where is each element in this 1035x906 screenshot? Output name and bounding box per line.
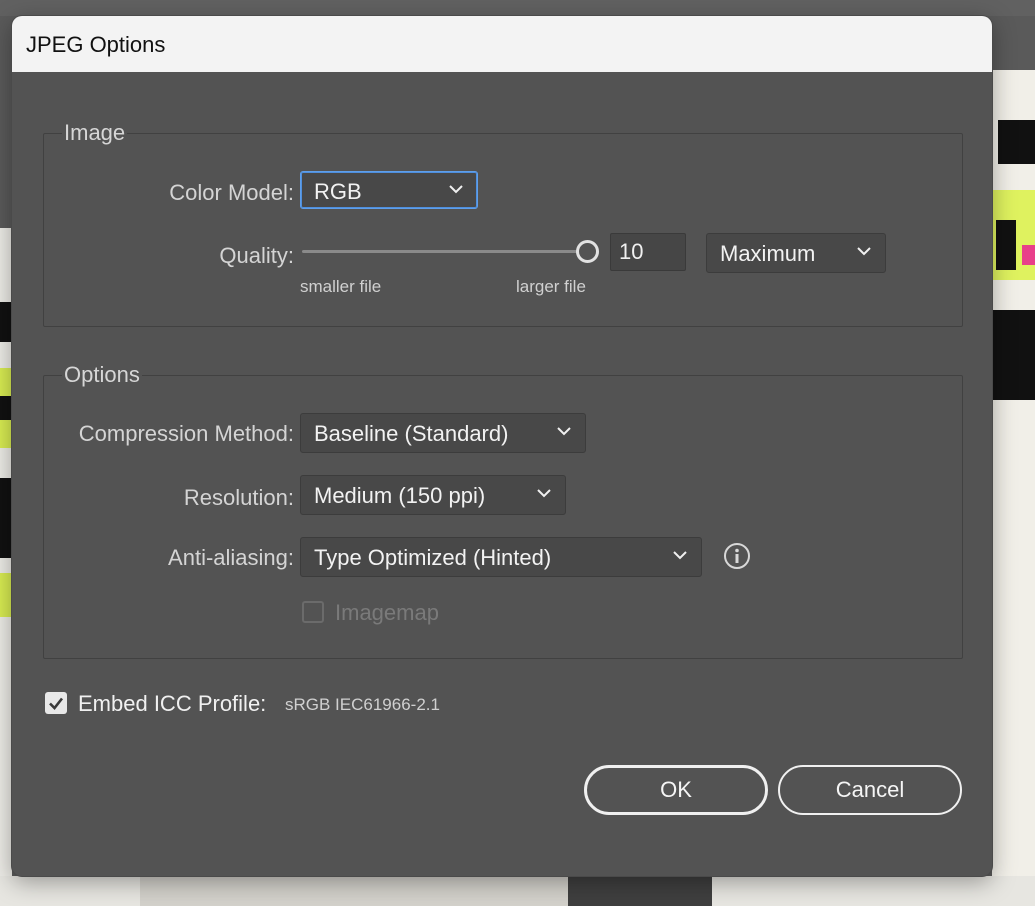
jpeg-options-dialog: JPEG Options Image Color Model: RGB Qual… (12, 16, 992, 876)
color-model-label: Color Model: (169, 180, 294, 205)
embed-icc-checkbox[interactable] (45, 692, 67, 714)
chevron-down-icon (673, 551, 687, 560)
anti-aliasing-select[interactable]: Type Optimized (Hinted) (300, 537, 702, 577)
background-artwork-right (992, 70, 1035, 906)
imagemap-label: Imagemap (335, 600, 439, 625)
options-group-legend: Options (62, 362, 142, 388)
image-group-legend: Image (62, 120, 128, 146)
quality-label: Quality: (219, 243, 294, 268)
quality-slider-track[interactable] (302, 250, 582, 253)
info-icon[interactable] (723, 542, 751, 570)
background-app-top (0, 0, 1035, 16)
compression-method-label: Compression Method: (78, 421, 294, 446)
color-model-select[interactable]: RGB (300, 171, 478, 209)
quality-min-caption: smaller file (300, 277, 382, 296)
chevron-down-icon (857, 247, 871, 256)
background-artwork-left (0, 228, 12, 906)
quality-max-caption: larger file (516, 277, 586, 296)
quality-value-input[interactable] (610, 233, 686, 271)
chevron-down-icon (557, 427, 571, 436)
embed-icc-profile: sRGB IEC61966-2.1 (285, 695, 440, 714)
chevron-down-icon (449, 185, 463, 194)
checkmark-icon (49, 697, 64, 710)
anti-aliasing-value: Type Optimized (Hinted) (314, 545, 552, 570)
color-model-value: RGB (314, 179, 362, 204)
quality-slider-thumb[interactable] (576, 240, 599, 263)
quality-preset-select[interactable]: Maximum (706, 233, 886, 273)
anti-aliasing-label: Anti-aliasing: (168, 545, 294, 570)
compression-method-value: Baseline (Standard) (314, 421, 509, 446)
background-app-bottom (0, 876, 1035, 906)
dialog-title: JPEG Options (26, 32, 166, 57)
chevron-down-icon (537, 489, 551, 498)
imagemap-checkbox[interactable] (302, 601, 324, 623)
embed-icc-label: Embed ICC Profile: (78, 691, 267, 716)
ok-button[interactable]: OK (584, 765, 768, 815)
cancel-button[interactable]: Cancel (778, 765, 962, 815)
dialog-title-bar[interactable]: JPEG Options (12, 16, 992, 72)
image-group (43, 133, 963, 327)
resolution-label: Resolution: (183, 485, 294, 510)
quality-preset-value: Maximum (720, 241, 816, 266)
compression-method-select[interactable]: Baseline (Standard) (300, 413, 586, 453)
resolution-value: Medium (150 ppi) (314, 483, 486, 508)
resolution-select[interactable]: Medium (150 ppi) (300, 475, 566, 515)
